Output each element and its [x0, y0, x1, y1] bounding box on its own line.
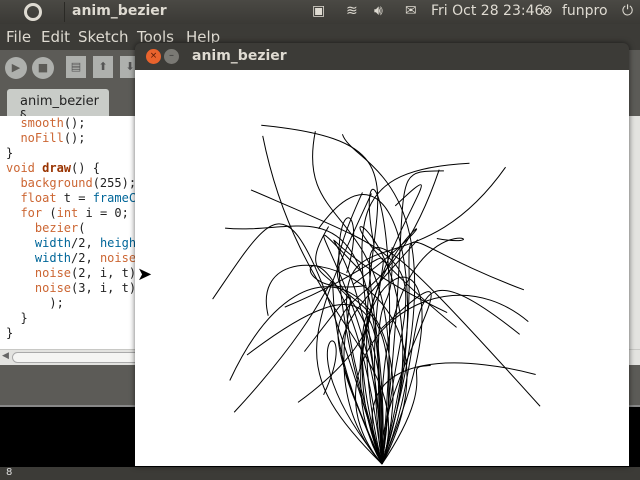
code-token: smooth	[20, 116, 64, 130]
mail-icon[interactable]: ✉	[405, 3, 417, 19]
code-token: (	[42, 206, 57, 220]
code-token: }	[6, 326, 14, 340]
menu-edit[interactable]: Edit	[41, 28, 70, 46]
code-token: for	[20, 206, 43, 220]
user-name[interactable]: funpro	[562, 3, 608, 19]
code-token: ();	[63, 116, 86, 130]
code-token: draw	[42, 161, 72, 175]
volume-icon[interactable]: 🔊︎	[374, 3, 383, 19]
wifi-icon[interactable]: ≋	[346, 3, 358, 19]
clock[interactable]: Fri Oct 28 23:46	[431, 3, 543, 19]
code-token: /2,	[71, 236, 100, 250]
code-token: (3, i, t)	[71, 281, 137, 295]
scroll-left-icon[interactable]: ◀	[2, 351, 9, 361]
code-token: ();	[63, 131, 86, 145]
code-token: background	[20, 176, 93, 190]
code-token: (2, i, t)	[71, 266, 137, 280]
code-token: }	[6, 311, 28, 325]
code-token: noFill	[20, 131, 64, 145]
new-button[interactable]: ▤	[66, 56, 86, 78]
active-app-title: anim_bezier	[72, 3, 167, 19]
menu-sketch[interactable]: Sketch	[78, 28, 129, 46]
code-token: int	[56, 206, 79, 220]
indicator-app-icon[interactable]: ▣	[312, 3, 325, 19]
code-token: float	[20, 191, 57, 205]
top-panel: anim_bezier ▣ ≋ 🔊︎ ✉ Fri Oct 28 23:46 ⊗ …	[0, 0, 640, 24]
code-token: void	[6, 161, 43, 175]
code-token: }	[6, 146, 14, 160]
user-status-icon[interactable]: ⊗	[541, 3, 553, 19]
code-token: (	[78, 221, 86, 235]
code-token: width	[34, 251, 72, 265]
stop-button[interactable]: ■	[32, 57, 54, 79]
code-token: );	[6, 296, 64, 310]
code-token: noise	[34, 281, 72, 295]
menu-file[interactable]: File	[6, 28, 31, 46]
sketch-window: × – anim_bezier	[135, 43, 629, 466]
power-icon[interactable]: ⏻	[622, 3, 633, 19]
code-token: () {	[71, 161, 100, 175]
code-token: (255);	[92, 176, 137, 190]
run-button[interactable]: ▶	[5, 57, 27, 79]
close-button[interactable]: ×	[146, 49, 161, 64]
divider	[64, 2, 65, 22]
code-token: noise	[34, 266, 72, 280]
code-token: noise	[99, 251, 137, 265]
minimize-button[interactable]: –	[164, 49, 179, 64]
tab-anim-bezier[interactable]: anim_bezier §	[7, 89, 109, 124]
bezier-curve	[371, 362, 536, 465]
code-token: t =	[56, 191, 93, 205]
bezier-curve	[361, 162, 470, 465]
mouse-cursor-icon: ➤	[137, 264, 153, 285]
window-title: anim_bezier	[192, 48, 287, 64]
sketch-canvas	[135, 70, 629, 466]
bezier-curve	[246, 304, 383, 465]
code-token: /2,	[71, 251, 100, 265]
code-token: bezier	[34, 221, 79, 235]
code-token: width	[34, 236, 72, 250]
line-number: 8	[0, 467, 640, 480]
ubuntu-logo-icon[interactable]	[24, 3, 42, 21]
open-button[interactable]: ⬆	[93, 56, 113, 78]
code-token: i = 0; i	[78, 206, 144, 220]
